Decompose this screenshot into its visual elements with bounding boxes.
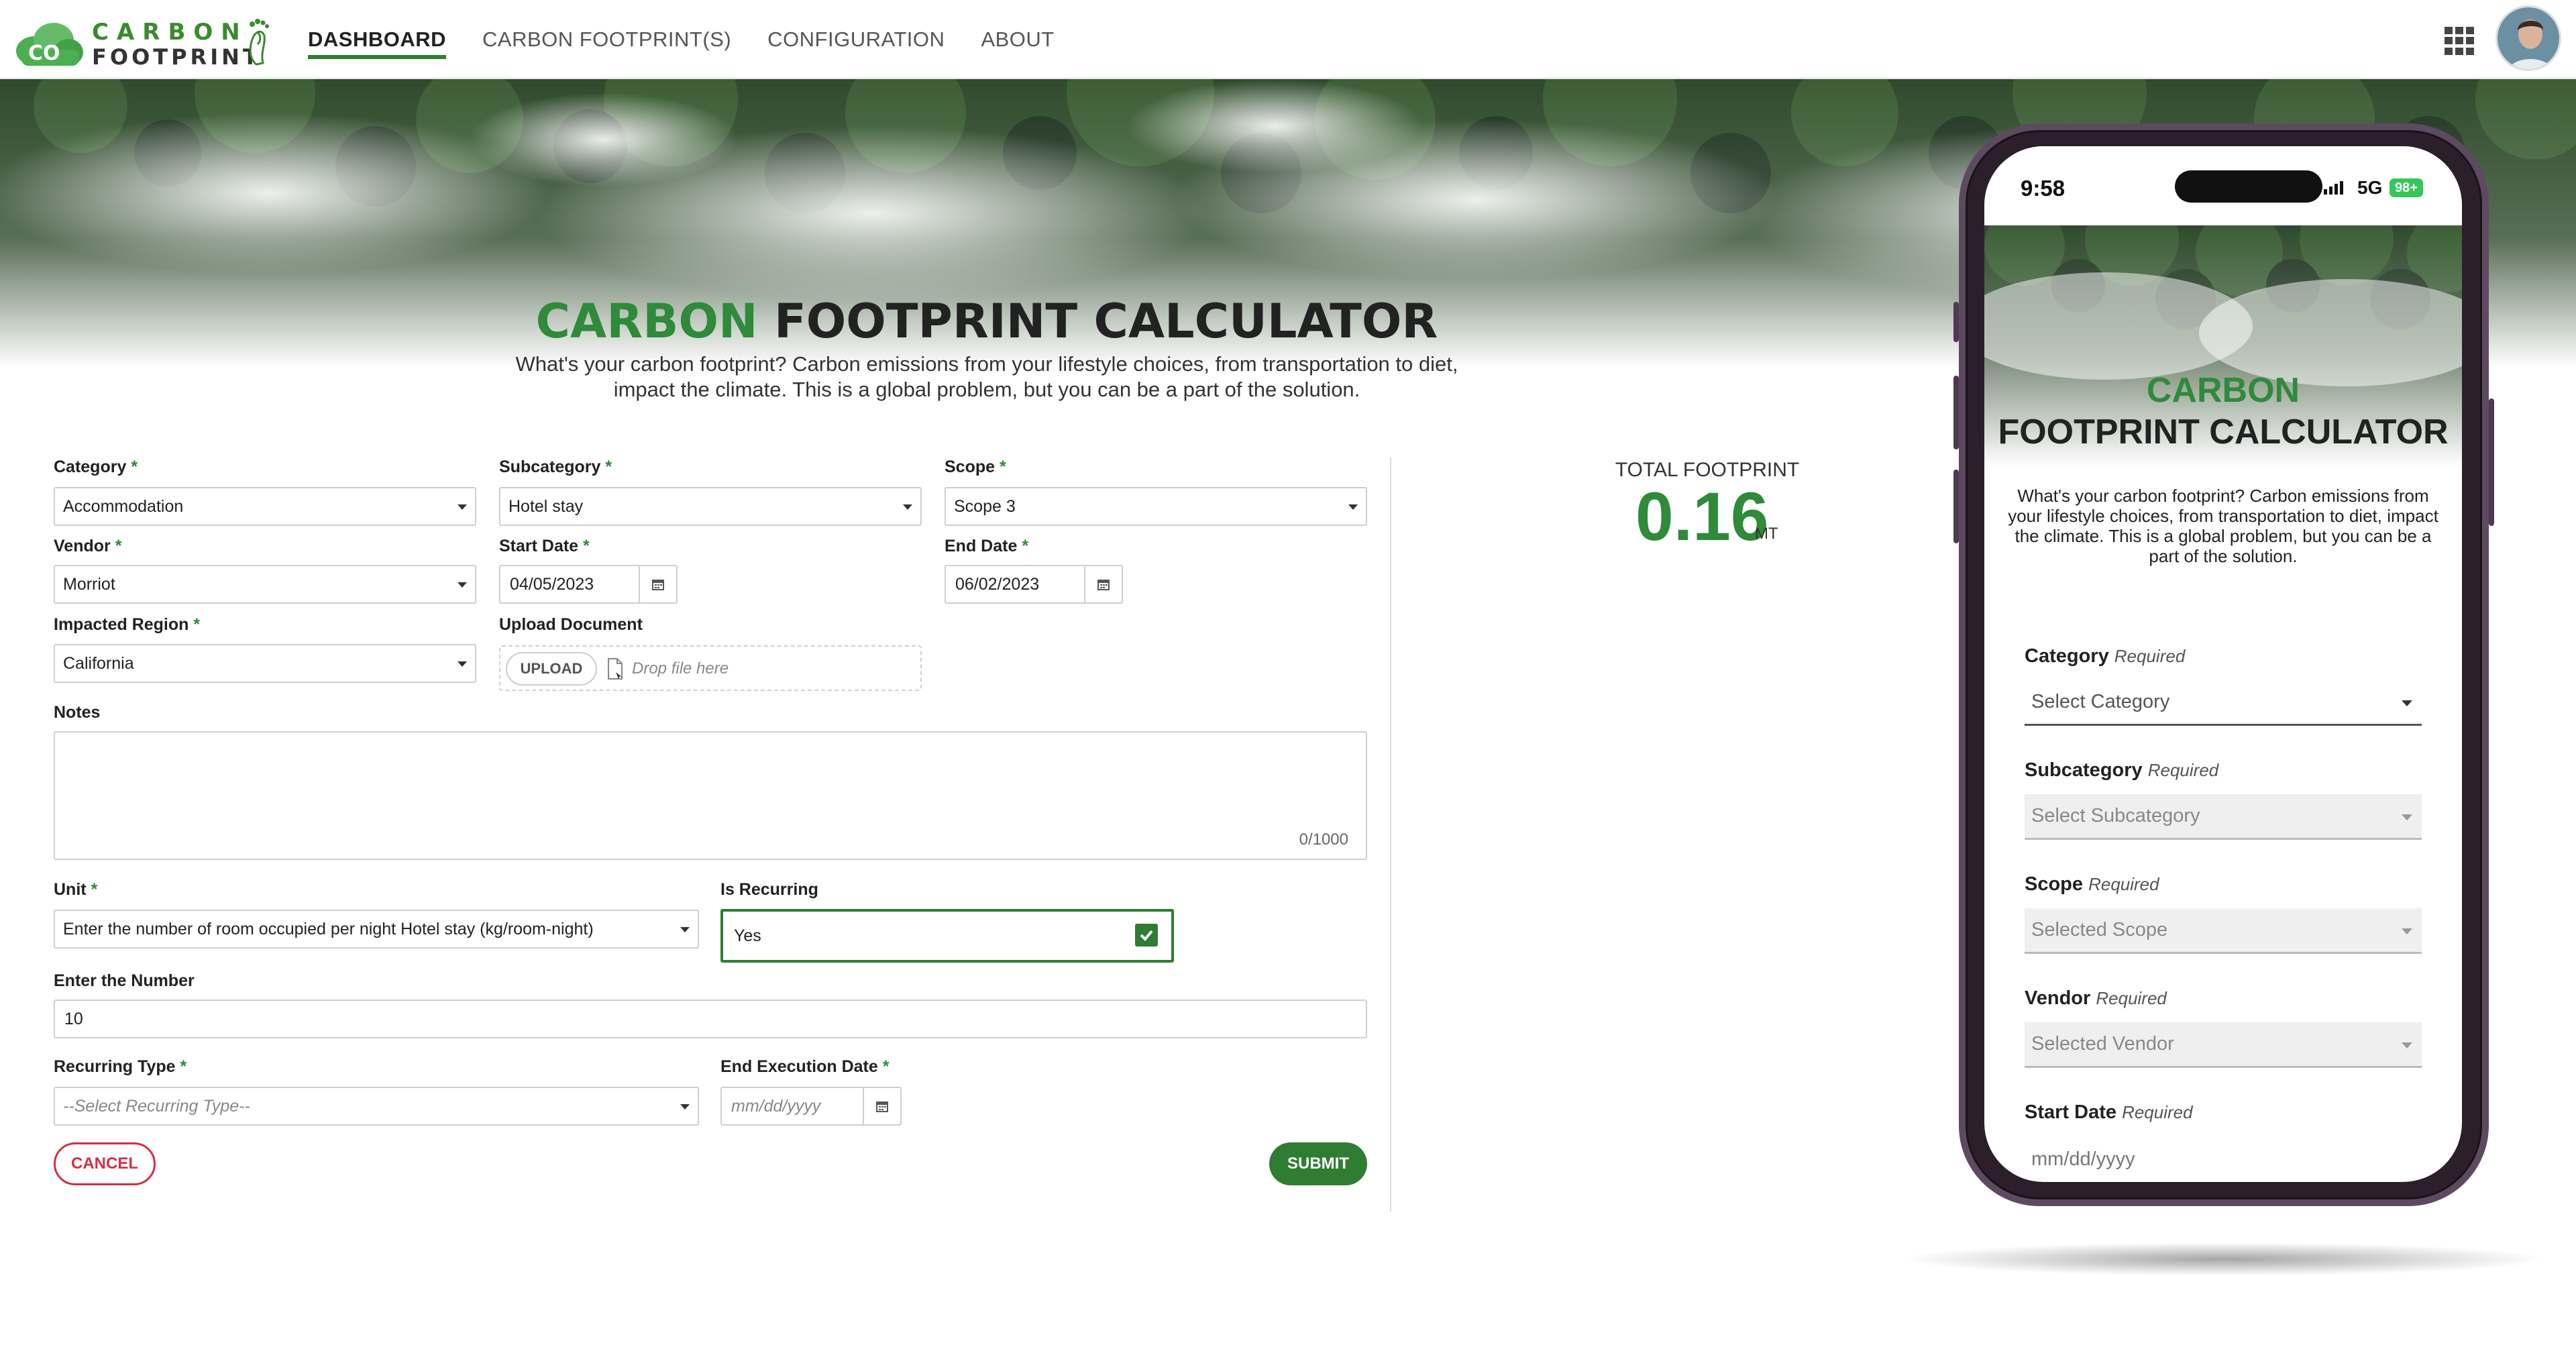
file-icon bbox=[608, 658, 623, 680]
drop-file-hint: Drop file here bbox=[632, 659, 729, 678]
recurring-checkbox[interactable] bbox=[1135, 924, 1158, 947]
chevron-down-icon bbox=[2402, 1042, 2412, 1048]
signal-icon bbox=[2324, 181, 2343, 195]
end-date-input[interactable]: 06/02/2023 bbox=[945, 565, 1123, 604]
network-label: 5G bbox=[2357, 177, 2383, 198]
phone-start-date-input[interactable]: mm/dd/yyyy bbox=[2025, 1136, 2422, 1182]
check-icon bbox=[1140, 930, 1153, 941]
phone-time: 9:58 bbox=[2021, 176, 2065, 201]
submit-button[interactable]: SUBMIT bbox=[1269, 1142, 1367, 1185]
chevron-down-icon bbox=[680, 927, 690, 932]
nav-configuration[interactable]: CONFIGURATION bbox=[767, 0, 945, 79]
phone-side-button bbox=[1953, 302, 1959, 342]
is-recurring-label: Is Recurring bbox=[720, 880, 818, 899]
end-execution-date-input[interactable]: mm/dd/yyyy bbox=[720, 1087, 902, 1126]
end-execution-date-label: End Execution Date * bbox=[720, 1057, 890, 1076]
recurring-type-select[interactable]: --Select Recurring Type-- bbox=[54, 1087, 699, 1126]
phone-shadow bbox=[1898, 1242, 2549, 1276]
notes-label: Notes bbox=[54, 703, 101, 722]
chevron-down-icon bbox=[458, 504, 467, 510]
phone-screen: 9:58 5G 98+ CARBON FOOTPRINT CALCULATOR … bbox=[1984, 146, 2462, 1182]
subcategory-select[interactable]: Hotel stay bbox=[499, 487, 922, 526]
battery-icon: 98+ bbox=[2390, 178, 2423, 197]
chevron-down-icon bbox=[2402, 700, 2412, 706]
phone-volume-up bbox=[1953, 376, 1959, 449]
upload-button[interactable]: UPLOAD bbox=[506, 652, 597, 686]
apps-grid-icon[interactable] bbox=[2445, 27, 2475, 55]
vertical-divider bbox=[1390, 457, 1391, 1211]
chevron-down-icon bbox=[2402, 814, 2412, 820]
upload-document-label: Upload Document bbox=[499, 615, 643, 634]
chevron-down-icon bbox=[458, 582, 467, 588]
scope-select[interactable]: Scope 3 bbox=[945, 487, 1367, 526]
unit-label: Unit * bbox=[54, 880, 98, 899]
logo-line-2: FOOTPRINT bbox=[92, 44, 261, 70]
end-date-label: End Date * bbox=[945, 537, 1029, 555]
nav-about[interactable]: ABOUT bbox=[981, 0, 1054, 79]
logo-line-1: CARBON bbox=[92, 19, 248, 46]
file-drop-zone[interactable]: UPLOAD Drop file here bbox=[499, 645, 922, 691]
page-title-rest: FOOTPRINT CALCULATOR bbox=[773, 294, 1438, 349]
phone-vendor-label: Vendor Required bbox=[2025, 987, 2167, 1009]
cancel-button[interactable]: CANCEL bbox=[54, 1142, 156, 1185]
phone-category-select[interactable]: Select Category bbox=[2025, 680, 2422, 726]
avatar[interactable] bbox=[2496, 5, 2561, 71]
app-logo[interactable]: CO CARBON FOOTPRINT bbox=[15, 15, 269, 70]
vendor-label: Vendor * bbox=[54, 537, 122, 555]
vendor-select[interactable]: Morriot bbox=[54, 565, 476, 604]
phone-description: What's your carbon footprint? Carbon emi… bbox=[2008, 486, 2438, 566]
logo-badge: CO bbox=[28, 42, 60, 65]
enter-number-label: Enter the Number bbox=[54, 971, 195, 990]
category-label: Category * bbox=[54, 457, 138, 476]
phone-vendor-select[interactable]: Selected Vendor bbox=[2025, 1022, 2422, 1068]
impacted-region-select[interactable]: California bbox=[54, 644, 476, 683]
total-footprint-unit: MT bbox=[1755, 525, 1778, 543]
page-title: CARBON FOOTPRINT CALCULATOR bbox=[0, 294, 1974, 349]
phone-category-label: Category Required bbox=[2025, 645, 2186, 667]
recurring-type-label: Recurring Type * bbox=[54, 1057, 187, 1076]
phone-subcategory-label: Subcategory Required bbox=[2025, 759, 2219, 781]
chevron-down-icon bbox=[680, 1104, 690, 1110]
phone-status-bar: 9:58 5G 98+ bbox=[1984, 146, 2462, 225]
phone-power-button bbox=[2489, 398, 2494, 526]
phone-scope-select[interactable]: Selected Scope bbox=[2025, 908, 2422, 954]
user-photo bbox=[2498, 7, 2559, 69]
subcategory-label: Subcategory * bbox=[499, 457, 612, 476]
chevron-down-icon bbox=[2402, 928, 2412, 934]
scope-label: Scope * bbox=[945, 457, 1006, 476]
unit-select[interactable]: Enter the number of room occupied per ni… bbox=[54, 910, 699, 949]
phone-subcategory-select[interactable]: Select Subcategory bbox=[2025, 794, 2422, 840]
notes-textarea[interactable]: 0/1000 bbox=[54, 731, 1367, 860]
page-title-green: CARBON bbox=[535, 294, 758, 349]
dynamic-island bbox=[2175, 170, 2322, 203]
calendar-icon[interactable] bbox=[863, 1088, 900, 1124]
start-date-input[interactable]: 04/05/2023 bbox=[499, 565, 678, 604]
calendar-icon[interactable] bbox=[1084, 566, 1122, 602]
phone-start-date-label: Start Date Required bbox=[2025, 1101, 2193, 1123]
is-recurring-value: Yes bbox=[734, 926, 761, 945]
calendar-icon[interactable] bbox=[639, 566, 676, 602]
notes-char-counter: 0/1000 bbox=[1299, 830, 1348, 849]
nav-carbon-footprints[interactable]: CARBON FOOTPRINT(S) bbox=[482, 0, 731, 79]
total-footprint-value: 0.16 bbox=[1635, 478, 1769, 555]
phone-scope-label: Scope Required bbox=[2025, 873, 2159, 895]
chevron-down-icon bbox=[1348, 504, 1358, 510]
phone-title-green: CARBON bbox=[2146, 371, 2300, 410]
phone-volume-down bbox=[1953, 470, 1959, 543]
top-bar: CO CARBON FOOTPRINT DASHBOARD CARBON FOO… bbox=[0, 0, 2576, 79]
impacted-region-label: Impacted Region * bbox=[54, 615, 201, 634]
is-recurring-field[interactable]: Yes bbox=[720, 909, 1174, 963]
page-description: What's your carbon footprint? Carbon emi… bbox=[515, 352, 1458, 401]
category-select[interactable]: Accommodation bbox=[54, 487, 476, 526]
chevron-down-icon bbox=[458, 661, 467, 667]
chevron-down-icon bbox=[903, 504, 912, 510]
phone-title: FOOTPRINT CALCULATOR bbox=[1998, 413, 2449, 451]
main-nav: DASHBOARD CARBON FOOTPRINT(S) CONFIGURAT… bbox=[308, 0, 1091, 79]
footprint-icon bbox=[249, 19, 269, 66]
number-input[interactable]: 10 bbox=[54, 1000, 1367, 1038]
start-date-label: Start Date * bbox=[499, 537, 590, 555]
nav-dashboard[interactable]: DASHBOARD bbox=[308, 0, 446, 79]
